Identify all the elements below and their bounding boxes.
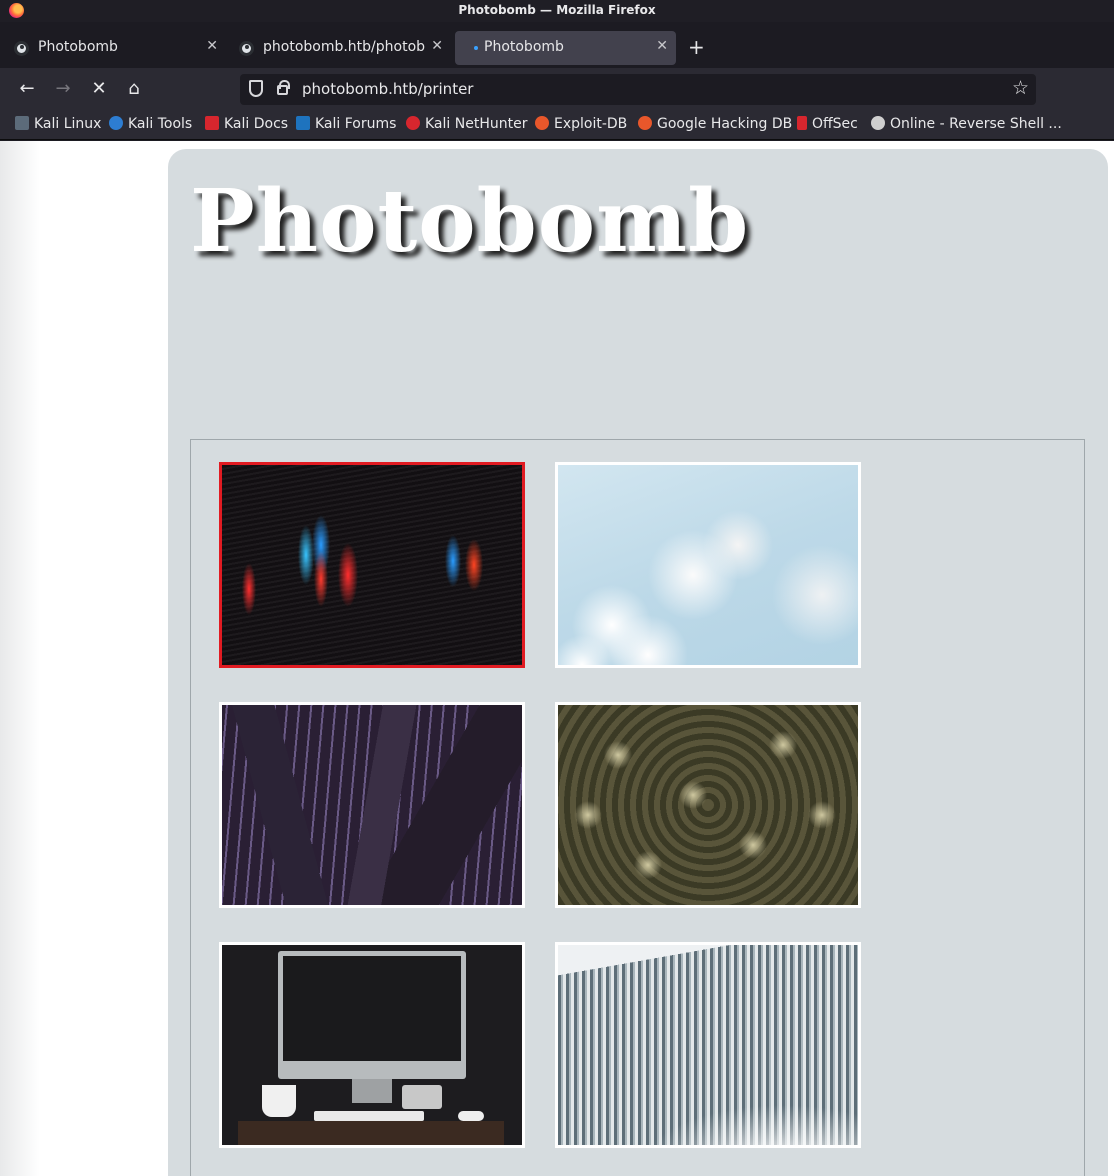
bookmark-label: OffSec xyxy=(812,116,858,132)
neon-blinds-photo[interactable] xyxy=(219,462,525,668)
bookmark-label: Online - Reverse Shell ... xyxy=(890,116,1062,132)
city-skyscrapers-photo[interactable] xyxy=(219,702,525,908)
bookmark-label: Kali Docs xyxy=(224,116,289,132)
frozen-waterfall-photo[interactable] xyxy=(555,942,861,1148)
bookmark-label: Google Hacking DB xyxy=(657,116,793,132)
bookmark-label: Kali NetHunter xyxy=(425,116,528,132)
home-button[interactable]: ⌂ xyxy=(122,77,146,101)
bookmark-kali-linux[interactable]: Kali Linux xyxy=(15,116,101,132)
forward-button[interactable]: → xyxy=(51,77,75,101)
bookmark-label: Kali Linux xyxy=(34,116,102,132)
loading-indicator-icon xyxy=(474,46,478,50)
bookmark-kali-docs[interactable]: Kali Docs xyxy=(205,116,288,132)
camera-shape xyxy=(402,1085,442,1109)
back-button[interactable]: ← xyxy=(15,77,39,101)
stop-button[interactable]: ✕ xyxy=(87,77,111,101)
url-bar[interactable]: photobomb.htb/printer ☆ xyxy=(240,74,1036,105)
kali-docs-icon xyxy=(205,116,219,130)
bookmark-label: Kali Tools xyxy=(128,116,193,132)
site-brand-heading: Photobomb xyxy=(190,171,750,272)
site-lock-icon[interactable] xyxy=(277,80,290,95)
tab-label: Photobomb xyxy=(484,39,564,55)
url-text[interactable]: photobomb.htb/printer xyxy=(302,80,473,98)
bookmark-reverse-shell[interactable]: Online - Reverse Shell ... xyxy=(871,116,1062,132)
bookmark-google-hacking-db[interactable]: Google Hacking DB xyxy=(638,116,792,132)
tab-label: photobomb.htb/photobom xyxy=(263,39,425,55)
tab-photobomb-active[interactable]: Photobomb ✕ xyxy=(455,31,676,65)
monitor-shape xyxy=(278,951,466,1079)
desk-monitor-photo[interactable] xyxy=(219,942,525,1148)
bookmark-kali-nethunter[interactable]: Kali NetHunter xyxy=(406,116,527,132)
keyboard-shape xyxy=(314,1111,424,1121)
succulent-plants-photo[interactable] xyxy=(555,702,861,908)
cup-shape xyxy=(262,1085,296,1117)
tab-photobomb-1[interactable]: Photobomb ✕ xyxy=(4,31,226,65)
kali-forums-icon xyxy=(296,116,310,130)
nethunter-icon xyxy=(406,116,420,130)
bookmark-offsec[interactable]: OffSec xyxy=(797,116,858,132)
page-left-shade xyxy=(0,141,40,1176)
monitor-stand-shape xyxy=(352,1079,392,1103)
page-viewport: Photobomb xyxy=(0,141,1114,1176)
navigation-toolbar: ← → ✕ ⌂ photobomb.htb/printer ☆ xyxy=(0,68,1114,110)
ghdb-icon xyxy=(638,116,652,130)
bookmarks-toolbar: Kali Linux Kali Tools Kali Docs Kali For… xyxy=(0,110,1114,140)
offsec-icon xyxy=(797,116,807,130)
photobomb-favicon-icon xyxy=(14,41,29,56)
tab-close-icon[interactable]: ✕ xyxy=(206,38,218,54)
kali-tools-icon xyxy=(109,116,123,130)
new-tab-button[interactable]: + xyxy=(688,35,705,59)
bookmark-label: Exploit-DB xyxy=(554,116,628,132)
tab-photobomb-photos[interactable]: photobomb.htb/photobom ✕ xyxy=(229,31,451,65)
tracking-protection-shield-icon[interactable] xyxy=(249,80,263,97)
exploit-db-icon xyxy=(535,116,549,130)
tab-label: Photobomb xyxy=(38,39,118,55)
photobomb-favicon-icon xyxy=(239,41,254,56)
bookmark-kali-forums[interactable]: Kali Forums xyxy=(296,116,396,132)
tab-close-icon[interactable]: ✕ xyxy=(431,38,443,54)
tab-close-icon[interactable]: ✕ xyxy=(656,38,668,54)
skull-icon xyxy=(871,116,885,130)
bookmark-kali-tools[interactable]: Kali Tools xyxy=(109,116,192,132)
bookmark-label: Kali Forums xyxy=(315,116,397,132)
window-title: Photobomb — Mozilla Firefox xyxy=(458,3,656,17)
bookmark-exploit-db[interactable]: Exploit-DB xyxy=(535,116,627,132)
bookmark-star-icon[interactable]: ☆ xyxy=(1012,77,1029,99)
kali-dragon-icon xyxy=(15,116,29,130)
content-panel: Photobomb xyxy=(168,149,1108,1176)
magnolia-blossoms-photo[interactable] xyxy=(555,462,861,668)
mouse-shape xyxy=(458,1111,484,1121)
window-titlebar: Photobomb — Mozilla Firefox xyxy=(0,0,1114,22)
tab-strip: Photobomb ✕ photobomb.htb/photobom ✕ Pho… xyxy=(0,22,1114,68)
desk-shape xyxy=(238,1121,504,1145)
photo-gallery xyxy=(190,439,1085,1176)
